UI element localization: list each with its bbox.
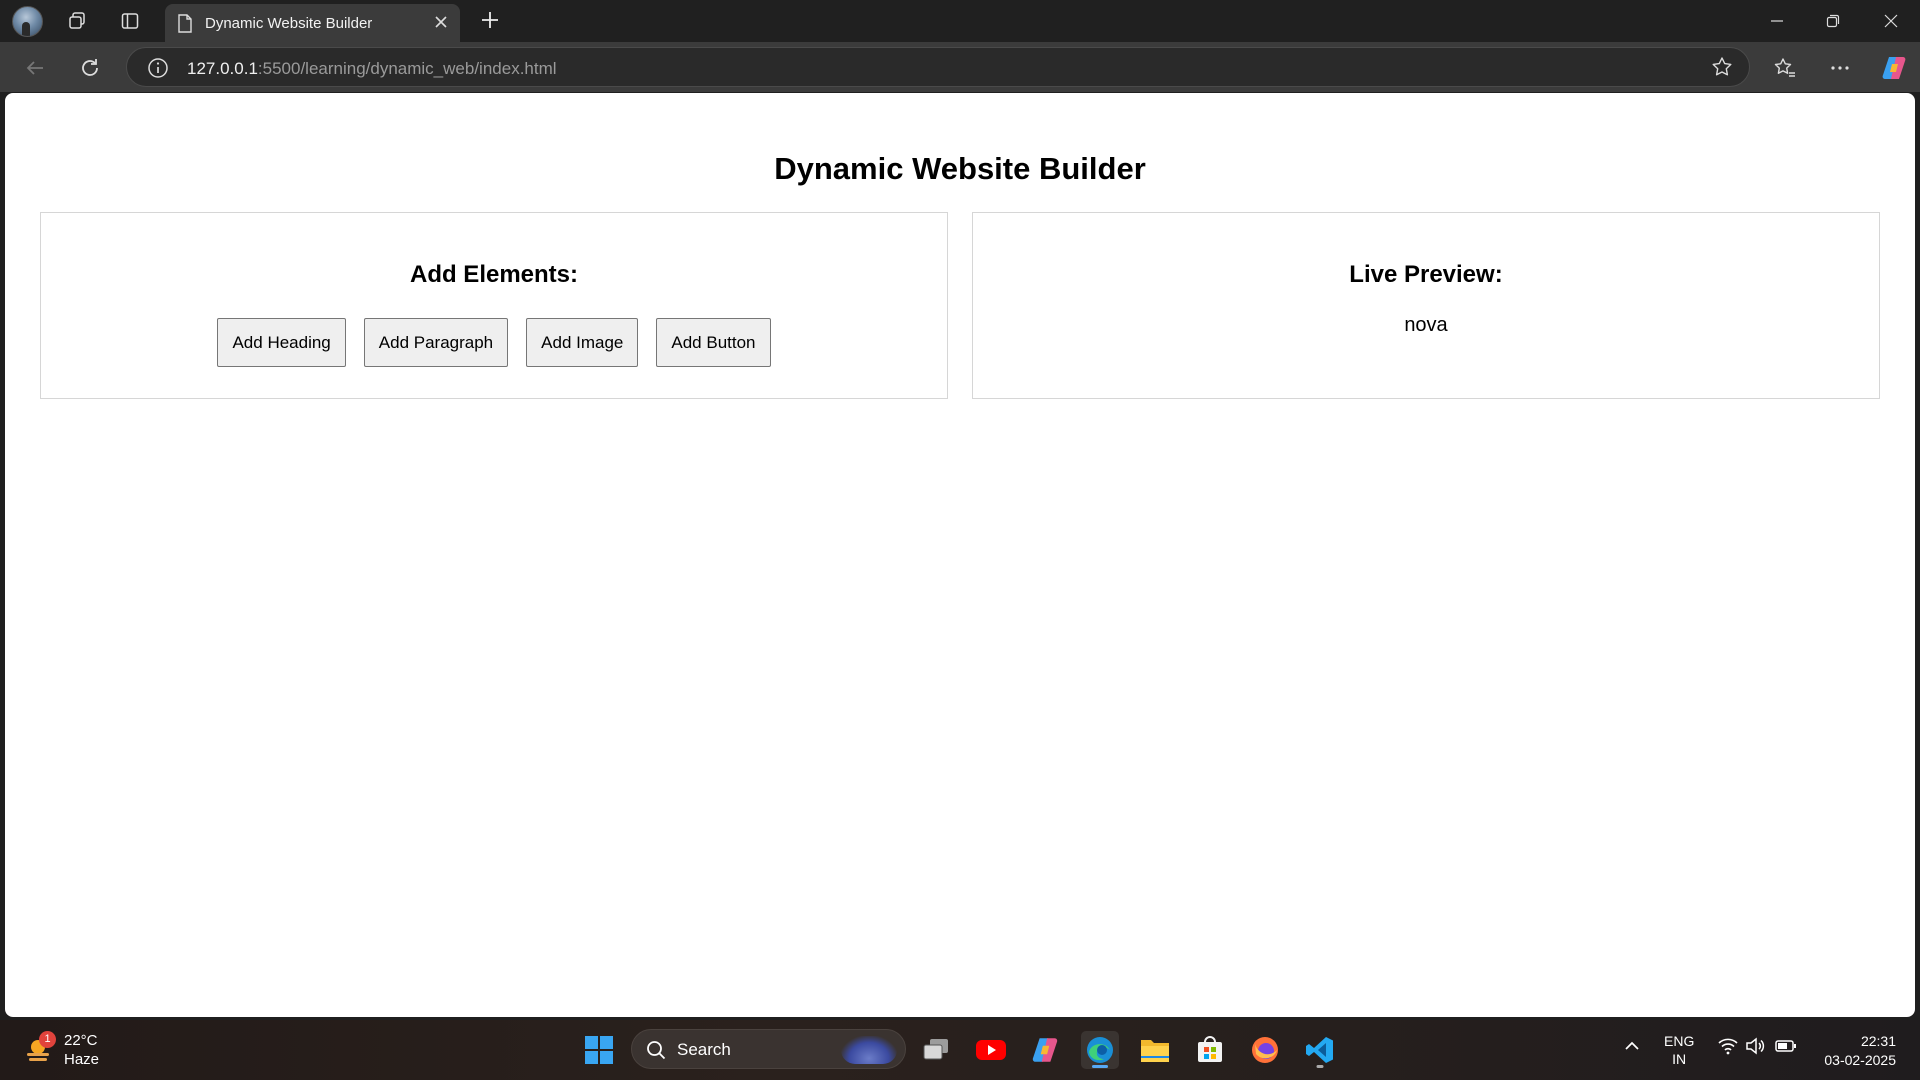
add-paragraph-button[interactable]: Add Paragraph (363, 318, 509, 367)
url-text: 127.0.0.1:5500/learning/dynamic_web/inde… (187, 59, 557, 79)
add-elements-heading: Add Elements: (409, 261, 579, 288)
add-buttons-row: Add Heading Add Paragraph Add Image Add … (41, 318, 947, 367)
tab-title: Dynamic Website Builder (205, 15, 373, 32)
search-icon (646, 1040, 666, 1065)
language-code: ENG (1664, 1033, 1695, 1049)
search-label: Search (677, 1040, 731, 1059)
live-preview-panel: Live Preview: nova (972, 212, 1880, 399)
taskbar-search[interactable]: Search (631, 1029, 906, 1069)
site-info-icon[interactable] (147, 57, 169, 84)
volume-icon[interactable] (1745, 1037, 1765, 1060)
search-highlight-icon (841, 1036, 897, 1064)
minimize-icon[interactable] (1762, 8, 1792, 34)
restore-icon[interactable] (1818, 8, 1848, 34)
firefox-icon[interactable] (1246, 1031, 1284, 1069)
running-indicator (1316, 1065, 1324, 1068)
youtube-icon[interactable] (972, 1031, 1010, 1069)
windows-taskbar: 1 22°C Haze Search ENG IN 22:31 03-02-20… (0, 1020, 1920, 1080)
add-heading-button[interactable]: Add Heading (217, 318, 346, 367)
windows-start-icon[interactable] (584, 1035, 614, 1070)
edge-browser-icon[interactable] (1081, 1031, 1119, 1069)
region-code: IN (1672, 1051, 1687, 1067)
add-button-button[interactable]: Add Button (656, 318, 771, 367)
new-tab-icon[interactable] (478, 8, 502, 37)
vertical-tabs-icon[interactable] (117, 8, 143, 34)
vscode-icon[interactable] (1301, 1031, 1339, 1069)
preview-content: nova (1404, 314, 1448, 336)
back-arrow-icon[interactable] (21, 54, 49, 82)
close-window-icon[interactable] (1876, 8, 1906, 34)
copilot-icon[interactable] (1880, 54, 1908, 82)
page-icon (177, 14, 193, 38)
url-host: 127.0.0.1 (187, 59, 258, 78)
weather-widget[interactable]: 1 22°C Haze (22, 1030, 112, 1072)
add-elements-panel: Add Elements: Add Heading Add Paragraph … (40, 212, 948, 399)
weather-condition: Haze (64, 1051, 100, 1068)
task-view-icon[interactable] (917, 1031, 955, 1069)
page-title: Dynamic Website Builder (774, 151, 1146, 186)
more-menu-icon[interactable] (1826, 54, 1854, 82)
clock-date: 03-02-2025 (1824, 1052, 1896, 1068)
notification-badge: 1 (39, 1031, 56, 1048)
favorites-icon[interactable] (1771, 54, 1799, 82)
close-tab-icon[interactable] (432, 13, 450, 36)
refresh-icon[interactable] (76, 54, 104, 82)
active-tab[interactable]: Dynamic Website Builder (165, 4, 460, 42)
input-language[interactable]: ENG IN (1664, 1032, 1694, 1068)
page-viewport: Dynamic Website Builder Add Elements: Ad… (5, 93, 1915, 1017)
live-preview-heading: Live Preview: (1349, 261, 1503, 288)
profile-avatar[interactable] (12, 6, 43, 37)
favorite-star-icon[interactable] (1711, 56, 1733, 83)
workspaces-icon[interactable] (64, 8, 90, 34)
running-indicator (1092, 1065, 1108, 1068)
battery-icon[interactable] (1775, 1037, 1797, 1060)
url-path: :5500/learning/dynamic_web/index.html (257, 59, 557, 78)
copilot-app-icon[interactable] (1026, 1031, 1064, 1069)
browser-toolbar: 127.0.0.1:5500/learning/dynamic_web/inde… (0, 42, 1920, 92)
add-image-button[interactable]: Add Image (526, 318, 639, 367)
wifi-icon[interactable] (1718, 1037, 1738, 1060)
file-explorer-icon[interactable] (1136, 1031, 1174, 1069)
address-bar[interactable]: 127.0.0.1:5500/learning/dynamic_web/inde… (126, 47, 1750, 87)
show-hidden-icons-chevron-icon[interactable] (1623, 1037, 1641, 1060)
clock-time: 22:31 (1860, 1033, 1896, 1049)
temperature: 22°C (64, 1032, 98, 1049)
browser-titlebar: Dynamic Website Builder (0, 0, 1920, 42)
system-clock[interactable]: 22:31 03-02-2025 (1818, 1032, 1896, 1070)
microsoft-store-icon[interactable] (1191, 1031, 1229, 1069)
